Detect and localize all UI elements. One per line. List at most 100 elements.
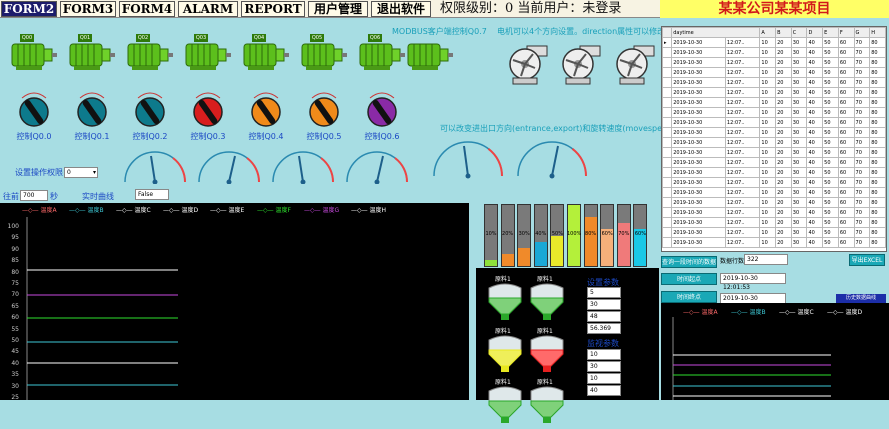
menu-alarm[interactable]: ALARM (178, 1, 238, 17)
export-excel-button[interactable]: 导出EXCEL (849, 254, 885, 266)
table-cell: 30 (790, 197, 808, 208)
table-cell: 80 (869, 57, 886, 68)
level-bar-fill (518, 247, 531, 266)
table-row[interactable]: 2019-10-30 12:07.. 10 20 30 40 50 60 70 80 (662, 197, 886, 208)
row-selector[interactable] (662, 97, 673, 108)
table-row[interactable]: 2019-10-30 12:07.. 10 20 30 40 50 60 70 80 (662, 97, 886, 108)
motor-icon[interactable] (238, 38, 290, 74)
table-cell: 40 (806, 87, 824, 98)
column-header[interactable]: C (790, 27, 808, 38)
table-cell: 2019-10-30 (671, 117, 726, 128)
column-header[interactable]: daytime (671, 27, 761, 38)
motor-q07-icon[interactable] (402, 38, 454, 74)
setting-input[interactable]: 56.369 (587, 323, 621, 334)
table-row[interactable]: 2019-10-30 12:07.. 10 20 30 40 50 60 70 80 (662, 67, 886, 78)
rotary-switch[interactable] (16, 88, 52, 128)
menu-user-management[interactable]: 用户管理 (308, 1, 368, 17)
fan-icon[interactable] (612, 40, 656, 88)
table-row[interactable]: 2019-10-30 12:07.. 10 20 30 40 50 60 70 80 (662, 157, 886, 168)
table-cell: 30 (790, 97, 808, 108)
column-header[interactable]: E (822, 27, 839, 38)
table-row[interactable]: 2019-10-30 12:07.. 10 20 30 40 50 60 70 80 (662, 137, 886, 148)
column-header[interactable]: B (775, 27, 792, 38)
row-selector[interactable] (662, 217, 673, 228)
table-cell: 12:07.. (724, 87, 761, 98)
query-range-button[interactable]: 查询一段时间的数据 (661, 256, 717, 268)
table-row[interactable]: 2019-10-30 12:07.. 10 20 30 40 50 60 70 80 (662, 147, 886, 158)
motor-icon[interactable] (354, 38, 406, 74)
column-header[interactable]: H (869, 27, 886, 38)
row-selector[interactable] (662, 117, 673, 128)
fan-icon[interactable] (505, 40, 549, 88)
end-time-button[interactable]: 时间终点 (661, 291, 717, 303)
setting-input[interactable]: 48 (587, 311, 621, 322)
column-header[interactable]: F (837, 27, 855, 38)
row-selector[interactable] (662, 167, 673, 178)
row-selector[interactable] (662, 67, 673, 78)
row-selector[interactable] (662, 207, 673, 218)
table-row[interactable]: 2019-10-30 12:07.. 10 20 30 40 50 60 70 80 (662, 217, 886, 228)
table-row[interactable]: ▸ 2019-10-30 12:07.. 10 20 30 40 50 60 70 80 (662, 37, 886, 48)
table-cell: 60 (837, 77, 855, 88)
switch-label: 控制Q0.3 (190, 132, 226, 141)
motor-icon[interactable] (64, 38, 116, 74)
table-row[interactable]: 2019-10-30 12:07.. 10 20 30 40 50 60 70 80 (662, 227, 886, 238)
menu-report[interactable]: REPORT (241, 1, 305, 17)
row-selector[interactable] (662, 147, 673, 158)
motor-icon[interactable] (122, 38, 174, 74)
row-selector[interactable] (662, 47, 673, 58)
menu-form4[interactable]: FORM4 (119, 1, 175, 17)
fan-icon[interactable] (558, 40, 602, 88)
rotary-switch[interactable] (248, 88, 284, 128)
row-selector[interactable] (662, 127, 673, 138)
past-seconds-input[interactable]: 700 (20, 190, 48, 201)
motor-icon[interactable] (296, 38, 348, 74)
row-selector[interactable] (662, 87, 673, 98)
row-selector[interactable] (662, 77, 673, 88)
menu-form2[interactable]: FORM2 (1, 1, 57, 17)
menu-exit[interactable]: 退出软件 (371, 1, 431, 17)
table-row[interactable]: 2019-10-30 12:07.. 10 20 30 40 50 60 70 80 (662, 187, 886, 198)
past-label: 往前 (3, 192, 19, 201)
row-selector[interactable] (662, 177, 673, 188)
row-selector[interactable] (662, 227, 673, 238)
row-selector[interactable] (662, 237, 673, 248)
start-time-button[interactable]: 时间起点 (661, 273, 717, 285)
permission-select[interactable]: 0 ▾ (64, 167, 98, 178)
bool-input[interactable]: False (135, 189, 169, 200)
rotary-switch[interactable] (74, 88, 110, 128)
motor-icon[interactable] (6, 38, 58, 74)
table-row[interactable]: 2019-10-30 12:07.. 10 20 30 40 50 60 70 80 (662, 87, 886, 98)
legend-label: 温度A (701, 309, 718, 316)
column-header[interactable]: A (759, 27, 777, 38)
row-selector[interactable] (662, 157, 673, 168)
table-row[interactable]: 2019-10-30 12:07.. 10 20 30 40 50 60 70 80 (662, 127, 886, 138)
rotary-switch[interactable] (132, 88, 168, 128)
table-row[interactable]: 2019-10-30 12:07.. 10 20 30 40 50 60 70 80 (662, 47, 886, 58)
column-header[interactable]: G (853, 27, 871, 38)
rotary-switch[interactable] (306, 88, 342, 128)
table-row[interactable]: 2019-10-30 12:07.. 10 20 30 40 50 60 70 80 (662, 207, 886, 218)
table-row[interactable]: 2019-10-30 12:07.. 10 20 30 40 50 60 70 80 (662, 237, 886, 248)
row-selector[interactable] (662, 137, 673, 148)
motor-icon[interactable] (180, 38, 232, 74)
menu-form3[interactable]: FORM3 (60, 1, 116, 17)
table-row[interactable]: 2019-10-30 12:07.. 10 20 30 40 50 60 70 80 (662, 177, 886, 188)
row-selector[interactable] (662, 197, 673, 208)
row-selector[interactable]: ▸ (662, 37, 673, 48)
table-row[interactable]: 2019-10-30 12:07.. 10 20 30 40 50 60 70 80 (662, 57, 886, 68)
setting-input[interactable]: 5 (587, 287, 621, 298)
table-row[interactable]: 2019-10-30 12:07.. 10 20 30 40 50 60 70 80 (662, 77, 886, 88)
history-table[interactable]: daytime A B C D E F G H ▸ 2019-10-30 12:07.. 10 20 30… (661, 26, 887, 252)
table-row[interactable]: 2019-10-30 12:07.. 10 20 30 40 50 60 70 80 (662, 107, 886, 118)
row-selector[interactable] (662, 57, 673, 68)
start-time-input[interactable]: 2019-10-30 12:01:53 (720, 273, 786, 291)
table-row[interactable]: 2019-10-30 12:07.. 10 20 30 40 50 60 70 80 (662, 117, 886, 128)
setting-input[interactable]: 30 (587, 299, 621, 310)
row-selector[interactable] (662, 187, 673, 198)
row-selector[interactable] (662, 107, 673, 118)
rotary-switch[interactable] (364, 88, 400, 128)
table-row[interactable]: 2019-10-30 12:07.. 10 20 30 40 50 60 70 80 (662, 167, 886, 178)
rotary-switch[interactable] (190, 88, 226, 128)
column-header[interactable]: D (806, 27, 824, 38)
